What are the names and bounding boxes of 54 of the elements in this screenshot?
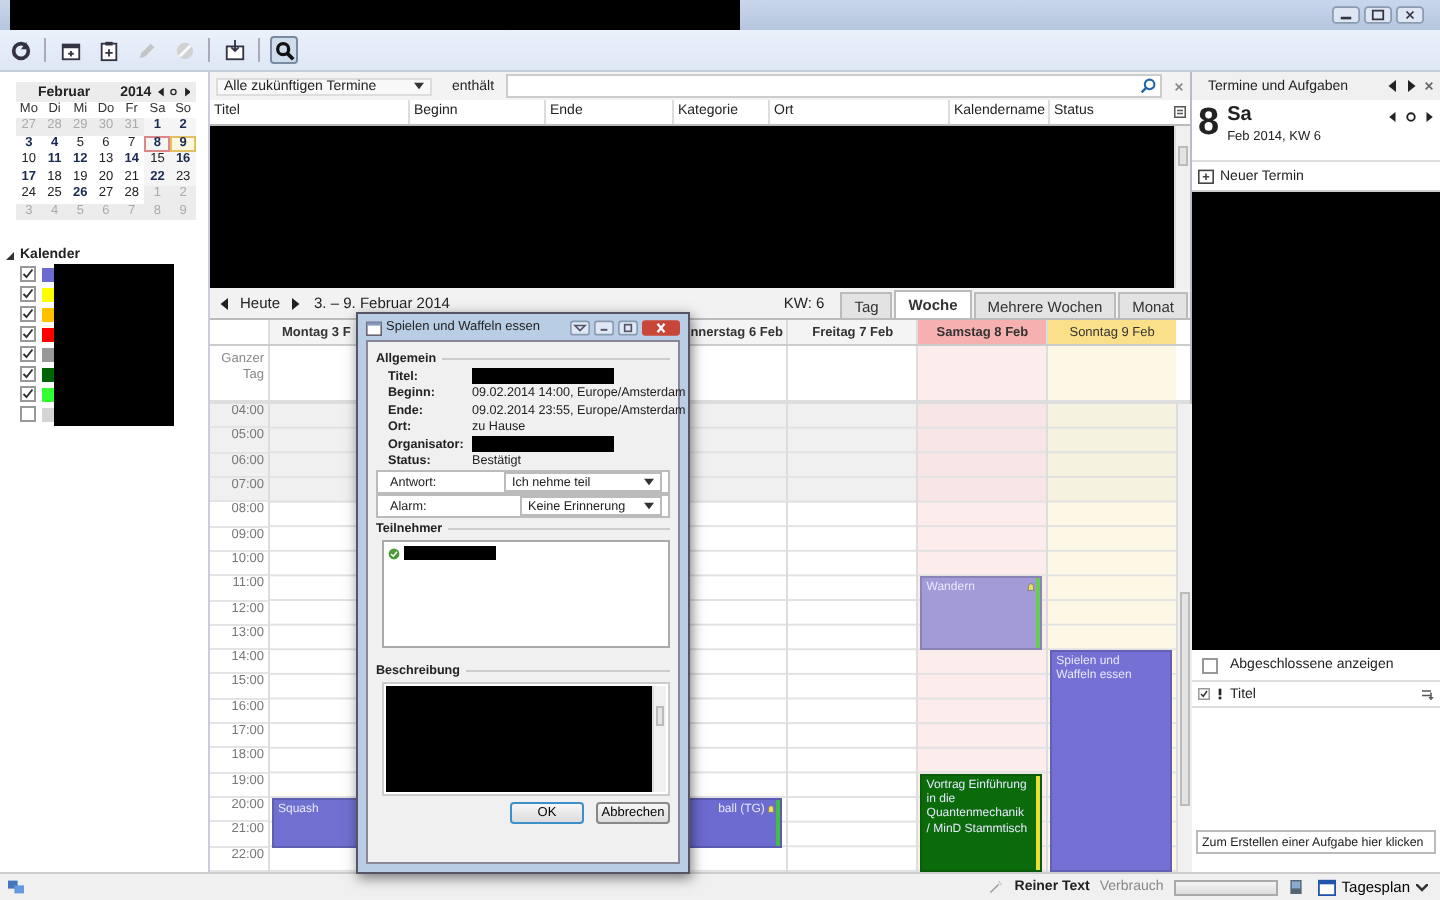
close-icon[interactable] bbox=[1424, 80, 1434, 92]
wand-icon bbox=[988, 880, 1005, 894]
calendar-icon bbox=[1317, 878, 1336, 896]
redacted-block bbox=[404, 546, 496, 560]
checkbox[interactable] bbox=[20, 326, 36, 342]
day-number: 8 bbox=[1198, 104, 1220, 144]
next-icon[interactable] bbox=[290, 297, 301, 309]
check-circle-icon bbox=[388, 547, 400, 559]
usage-bar bbox=[1173, 879, 1278, 895]
calendar-arrow-icon[interactable] bbox=[220, 36, 248, 64]
checkbox[interactable] bbox=[20, 286, 36, 302]
checkmark-icon bbox=[1198, 688, 1210, 700]
checkbox[interactable] bbox=[20, 266, 36, 282]
today-icon[interactable] bbox=[1406, 112, 1416, 122]
expander-icon[interactable] bbox=[6, 251, 14, 259]
dropdown-arrow-icon bbox=[644, 478, 654, 486]
search-icon[interactable] bbox=[1140, 78, 1156, 94]
maximize-icon[interactable] bbox=[618, 319, 638, 335]
previous-icon[interactable] bbox=[1388, 112, 1398, 122]
chevron-icon bbox=[1416, 883, 1428, 891]
redacted-block bbox=[472, 368, 614, 385]
scrollbar[interactable] bbox=[1174, 126, 1190, 288]
column-picker-icon[interactable] bbox=[1174, 106, 1186, 118]
close-icon[interactable] bbox=[1396, 6, 1424, 24]
checkbox[interactable] bbox=[20, 366, 36, 382]
previous-icon[interactable] bbox=[157, 86, 165, 98]
network-icon bbox=[8, 880, 24, 894]
column-picker-icon[interactable] bbox=[1422, 688, 1434, 700]
checkbox[interactable] bbox=[20, 306, 36, 322]
today-icon[interactable] bbox=[170, 86, 178, 98]
redacted-block bbox=[472, 436, 614, 453]
checkbox[interactable] bbox=[20, 406, 36, 422]
checkbox[interactable] bbox=[1202, 657, 1218, 673]
search-field[interactable] bbox=[506, 74, 1162, 98]
previous-icon[interactable] bbox=[1388, 80, 1398, 92]
close-icon[interactable] bbox=[642, 319, 680, 335]
phone-icon bbox=[1287, 880, 1304, 894]
next-icon[interactable] bbox=[1406, 80, 1416, 92]
previous-icon[interactable] bbox=[220, 297, 230, 309]
dropdown-arrow-icon bbox=[414, 82, 424, 90]
scrollbar[interactable] bbox=[652, 686, 666, 792]
calendar-plus-icon bbox=[1198, 168, 1214, 184]
checkbox[interactable] bbox=[20, 346, 36, 362]
filter-icon[interactable] bbox=[570, 319, 590, 335]
next-icon[interactable] bbox=[183, 86, 190, 98]
next-icon[interactable] bbox=[1424, 112, 1434, 122]
dropdown-arrow-icon bbox=[644, 502, 654, 510]
maximize-icon[interactable] bbox=[1364, 6, 1392, 24]
weekday-label: Sa bbox=[1227, 104, 1254, 126]
sync-icon[interactable] bbox=[6, 36, 34, 64]
minimize-icon[interactable] bbox=[1332, 6, 1360, 24]
calendar-icon bbox=[366, 319, 382, 335]
checkbox[interactable] bbox=[20, 386, 36, 402]
search-icon[interactable] bbox=[270, 36, 298, 64]
